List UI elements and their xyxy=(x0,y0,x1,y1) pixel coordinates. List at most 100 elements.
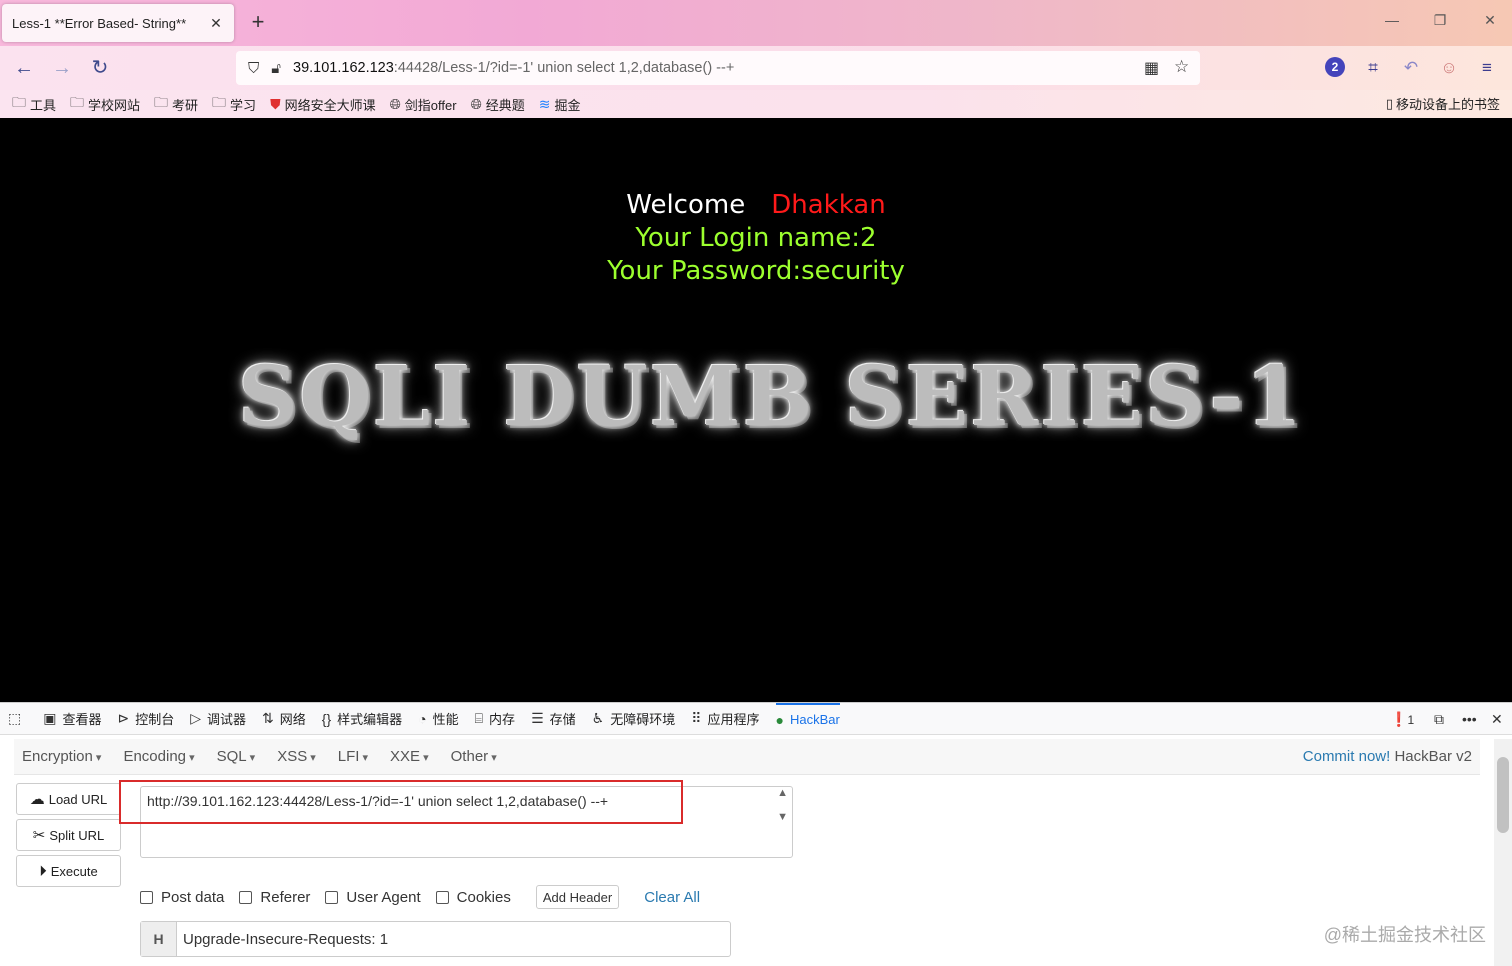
forward-icon[interactable]: → xyxy=(50,56,74,80)
menu-icon[interactable]: ≡ xyxy=(1476,57,1498,79)
bookmark-item[interactable]: ⛊ 网络安全大师课 xyxy=(270,95,376,114)
tab-storage[interactable]: ☰ 存储 xyxy=(531,703,576,735)
url-host: 39.101.162.123 xyxy=(293,60,394,76)
sqli-banner: SQLI DUMB SERIES-1 xyxy=(238,349,1305,445)
highlight-box xyxy=(119,780,683,824)
accessibility-icon: ♿︎ xyxy=(591,710,605,726)
tab-title: Less-1 **Error Based- String** xyxy=(12,15,187,31)
split-url-button[interactable]: ✂ Split URL xyxy=(16,819,121,851)
scrollbar-thumb[interactable] xyxy=(1497,757,1509,833)
restore-icon[interactable]: ❐ xyxy=(1430,12,1450,29)
extension-badge-icon[interactable]: 2 xyxy=(1325,57,1345,77)
inspector-icon: ▣ xyxy=(43,710,57,726)
checkbox[interactable] xyxy=(239,890,253,904)
lock-insecure-icon[interactable]: 🔓︎ xyxy=(271,60,281,77)
menu-sql[interactable]: SQL xyxy=(217,748,256,765)
minimize-icon[interactable]: — xyxy=(1382,12,1402,28)
network-icon: ⇅ xyxy=(262,710,274,726)
add-header-button[interactable]: Add Header xyxy=(535,885,620,909)
play-icon: ⏵ xyxy=(39,862,47,880)
checkbox[interactable] xyxy=(325,890,339,904)
browser-tab[interactable]: Less-1 **Error Based- String** ✕ xyxy=(2,4,234,42)
password-text: Your Password:security xyxy=(607,256,905,286)
page-content: Welcome Dhakkan Your Login name:2 Your Pa… xyxy=(0,118,1512,702)
new-tab-button[interactable]: + xyxy=(246,10,270,34)
close-window-icon[interactable]: ✕ xyxy=(1480,12,1500,29)
tab-style-editor[interactable]: {} 样式编辑器 xyxy=(322,703,402,735)
bookmark-item[interactable]: 🗀︎ 工具 xyxy=(12,92,56,116)
dock-icon[interactable]: ⧉ xyxy=(1434,711,1444,728)
tab-inspector[interactable]: ▣ 查看器 xyxy=(43,703,101,735)
bookmark-item[interactable]: 🗀︎ 考研 xyxy=(154,92,198,116)
undo-icon[interactable]: ↶ xyxy=(1400,57,1422,79)
browser-chrome: Less-1 **Error Based- String** ✕ + — ❐ ✕… xyxy=(0,0,1512,118)
clear-all-link[interactable]: Clear All xyxy=(644,889,700,906)
bookmark-item[interactable]: 🌐︎ 剑指offer xyxy=(390,95,457,114)
mobile-device-icon: ▯ xyxy=(1385,95,1393,111)
menu-lfi[interactable]: LFI xyxy=(338,748,368,765)
tab-accessibility[interactable]: ♿︎ 无障碍环境 xyxy=(592,703,676,735)
tab-memory[interactable]: ⌸ 内存 xyxy=(475,703,515,735)
menu-xxe[interactable]: XXE xyxy=(390,748,429,765)
globe-icon: 🌐︎ xyxy=(470,95,482,112)
mobile-bookmarks[interactable]: ▯ 移动设备上的书签 xyxy=(1386,94,1500,113)
welcome-line: Welcome Dhakkan xyxy=(0,190,1512,220)
menu-xss[interactable]: XSS xyxy=(277,748,316,765)
menu-encryption[interactable]: Encryption xyxy=(22,748,101,765)
vertical-scrollbar[interactable] xyxy=(1494,739,1512,966)
header-row: H Upgrade-Insecure-Requests: 1 xyxy=(140,921,731,957)
cookies-checkbox[interactable]: Cookies xyxy=(435,889,511,906)
reload-icon[interactable]: ↻ xyxy=(88,56,112,80)
load-url-button[interactable]: ☁ Load URL xyxy=(16,783,121,815)
welcome-text: Welcome xyxy=(626,190,746,220)
hackbar-logo-icon: ● xyxy=(775,711,784,728)
more-options-icon[interactable]: ••• xyxy=(1462,711,1477,727)
folder-icon: 🗀︎ xyxy=(212,94,227,110)
referer-checkbox[interactable]: Referer xyxy=(239,889,310,906)
bookmark-item[interactable]: 🗀︎ 学校网站 xyxy=(70,92,140,116)
error-icon[interactable]: ❗1 xyxy=(1390,711,1414,728)
tab-performance[interactable]: ◔ 性能 xyxy=(418,703,458,735)
post-data-checkbox[interactable]: Post data xyxy=(140,889,224,906)
crop-icon[interactable]: ⌗ xyxy=(1362,57,1384,79)
tab-console[interactable]: ⊳ 控制台 xyxy=(117,703,174,735)
devtools-tabs: ⬚ ▣ 查看器 ⊳ 控制台 ▷ 调试器 ⇅ 网络 {} 样式编辑器 ◔ 性能 ⌸ 内存 ☰ 存储… xyxy=(0,702,1512,735)
bookmark-item[interactable]: ≋ 掘金 xyxy=(539,95,581,114)
tab-hackbar[interactable]: ● HackBar xyxy=(775,702,840,735)
checkbox[interactable] xyxy=(435,890,449,904)
scissors-icon: ✂ xyxy=(32,827,46,844)
header-input[interactable]: Upgrade-Insecure-Requests: 1 xyxy=(177,922,730,956)
navigation-bar: ← → ↻ ⛉ 🔓︎ 39.101.162.123:44428/Less-1/?… xyxy=(0,46,1512,90)
bookmark-item[interactable]: 🗀︎ 学习 xyxy=(212,92,256,116)
login-name-text: Your Login name:2 xyxy=(635,223,877,253)
url-path: :44428/Less-1/?id=-1' union select 1,2,d… xyxy=(393,60,735,76)
user-agent-checkbox[interactable]: User Agent xyxy=(325,889,421,906)
tab-network[interactable]: ⇅ 网络 xyxy=(262,703,306,735)
address-bar[interactable]: ⛉ 🔓︎ 39.101.162.123:44428/Less-1/?id=-1'… xyxy=(236,51,1200,85)
tab-application[interactable]: ⠿ 应用程序 xyxy=(691,703,759,735)
menu-encoding[interactable]: Encoding xyxy=(123,748,194,765)
profile-avatar-icon[interactable]: ☺ xyxy=(1438,57,1460,79)
close-devtools-icon[interactable]: ✕ xyxy=(1491,711,1503,728)
tab-debugger[interactable]: ▷ 调试器 xyxy=(190,703,246,735)
juejin-logo-icon: ≋ xyxy=(538,95,551,112)
chip-icon: ⌸ xyxy=(474,710,484,726)
textarea-scroll-arrows[interactable]: ▲ ▼ xyxy=(777,787,788,823)
folder-icon: 🗀︎ xyxy=(70,94,85,110)
close-tab-icon[interactable]: ✕ xyxy=(208,15,224,32)
bookmarks-bar: 🗀︎ 工具 🗀︎ 学校网站 🗀︎ 考研 🗀︎ 学习 ⛊ 网络安全大师课 🌐︎ 剑指offer… xyxy=(0,90,1512,118)
back-icon[interactable]: ← xyxy=(12,56,36,80)
shield-icon[interactable]: ⛉ xyxy=(248,60,259,77)
username-text: Dhakkan xyxy=(771,190,886,220)
tab-strip: Less-1 **Error Based- String** ✕ + — ❐ ✕ xyxy=(0,0,1512,46)
execute-button[interactable]: ⏵ Execute xyxy=(16,855,121,887)
bookmark-star-icon[interactable]: ☆ xyxy=(1174,57,1189,77)
console-icon: ⊳ xyxy=(117,710,130,726)
bookmark-item[interactable]: 🌐︎ 经典题 xyxy=(471,95,525,114)
gauge-icon: ◔ xyxy=(418,710,427,727)
checkbox[interactable] xyxy=(140,890,153,904)
commit-link[interactable]: Commit now! HackBar v2 xyxy=(1303,748,1472,765)
qr-code-icon[interactable]: ▦ xyxy=(1144,58,1159,78)
menu-other[interactable]: Other xyxy=(451,748,497,765)
element-picker-icon[interactable]: ⬚ xyxy=(8,703,27,735)
